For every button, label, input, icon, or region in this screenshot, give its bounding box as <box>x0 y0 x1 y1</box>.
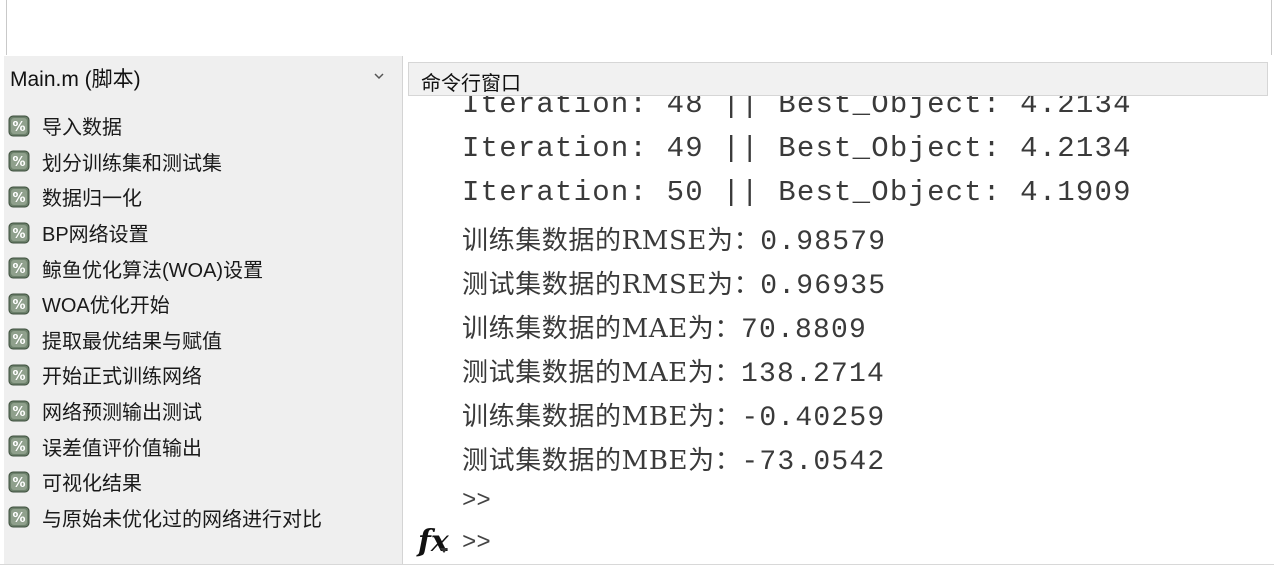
cell-item[interactable]: % 与原始未优化过的网络进行对比 <box>8 500 400 536</box>
cell-label: 可视化结果 <box>42 473 142 496</box>
metric-label: 训练集数据的RMSE为： <box>462 226 761 256</box>
cell-item[interactable]: % 开始正式训练网络 <box>8 357 400 393</box>
percent-cell-icon: % <box>8 471 30 493</box>
chevron-down-icon[interactable] <box>372 69 386 83</box>
svg-text:%: % <box>12 511 25 526</box>
percent-cell-icon: % <box>8 506 30 528</box>
cell-item[interactable]: % 导入数据 <box>8 108 400 144</box>
percent-cell-icon: % <box>8 293 30 315</box>
cell-label: 数据归一化 <box>42 188 142 211</box>
percent-cell-icon: % <box>8 186 30 208</box>
percent-cell-icon: % <box>8 150 30 172</box>
left-border <box>6 0 7 55</box>
cell-item[interactable]: % 网络预测输出测试 <box>8 393 400 429</box>
metric-label: 测试集数据的MAE为： <box>462 358 741 388</box>
fx-function-icon[interactable]: fx <box>418 524 456 562</box>
command-output[interactable]: Iteration: 48 || Best_Object: 4.2134 Ite… <box>404 96 1270 564</box>
matlab-window: Main.m (脚本) % 导入数据 % 划分训练集和测试集 % 数据归一化 %… <box>0 0 1274 578</box>
svg-text:%: % <box>12 227 25 242</box>
cell-item[interactable]: % 误差值评价值输出 <box>8 428 400 464</box>
output-line: Iteration: 50 || Best_Object: 4.1909 <box>462 176 1132 209</box>
svg-text:%: % <box>12 333 25 348</box>
metric-line: 测试集数据的MBE为：-73.0542 <box>462 440 885 478</box>
cell-label: 鲸鱼优化算法(WOA)设置 <box>42 259 264 282</box>
svg-text:%: % <box>12 298 25 313</box>
prompt: >> <box>462 488 491 515</box>
cell-item[interactable]: % WOA优化开始 <box>8 286 400 322</box>
metric-line: 测试集数据的RMSE为：0.96935 <box>462 264 886 302</box>
percent-cell-icon: % <box>8 364 30 386</box>
command-window: 命令行窗口 Iteration: 48 || Best_Object: 4.21… <box>404 56 1270 564</box>
bottom-strip <box>0 564 1274 578</box>
metric-value: 0.98579 <box>760 227 887 258</box>
percent-cell-icon: % <box>8 257 30 279</box>
output-line: Iteration: 49 || Best_Object: 4.2134 <box>462 132 1132 165</box>
metric-label: 训练集数据的MAE为： <box>462 314 741 344</box>
script-selector[interactable]: Main.m (脚本) <box>4 60 402 96</box>
metric-line: 测试集数据的MAE为：138.2714 <box>462 352 885 390</box>
cell-label: 开始正式训练网络 <box>42 366 202 389</box>
metric-label: 测试集数据的RMSE为： <box>462 270 761 300</box>
cell-item[interactable]: % 鲸鱼优化算法(WOA)设置 <box>8 250 400 286</box>
cell-label: 网络预测输出测试 <box>42 402 202 425</box>
right-border <box>1271 0 1272 55</box>
fx-glyph: fx <box>418 524 449 559</box>
svg-text:%: % <box>12 369 25 384</box>
cell-label: BP网络设置 <box>42 224 149 247</box>
svg-text:%: % <box>12 120 25 135</box>
percent-cell-icon: % <box>8 328 30 350</box>
metric-line: 训练集数据的RMSE为：0.98579 <box>462 220 886 258</box>
metric-label: 训练集数据的MBE为： <box>462 402 742 432</box>
percent-cell-icon: % <box>8 435 30 457</box>
svg-text:%: % <box>12 476 25 491</box>
fx-dropdown-arrow-icon <box>440 548 448 553</box>
cell-label: 提取最优结果与赋值 <box>42 330 222 353</box>
svg-text:%: % <box>12 440 25 455</box>
svg-text:%: % <box>12 155 25 170</box>
cell-item[interactable]: % 可视化结果 <box>8 464 400 500</box>
metric-line: 训练集数据的MBE为：-0.40259 <box>462 396 885 434</box>
script-title: Main.m (脚本) <box>10 68 141 91</box>
command-window-title: 命令行窗口 <box>421 73 521 95</box>
cell-item[interactable]: % 数据归一化 <box>8 179 400 215</box>
active-prompt[interactable]: >> <box>462 530 491 557</box>
cell-label: 与原始未优化过的网络进行对比 <box>42 508 322 531</box>
svg-text:%: % <box>12 191 25 206</box>
output-line: Iteration: 48 || Best_Object: 4.2134 <box>462 96 1132 121</box>
cell-label: 误差值评价值输出 <box>42 437 202 460</box>
cell-item[interactable]: % 提取最优结果与赋值 <box>8 322 400 358</box>
metric-value: 70.8809 <box>740 315 868 346</box>
metric-value: -0.40259 <box>741 403 886 434</box>
cell-item[interactable]: % 划分训练集和测试集 <box>8 144 400 180</box>
svg-text:%: % <box>12 262 25 277</box>
percent-cell-icon: % <box>8 400 30 422</box>
cell-label: WOA优化开始 <box>42 295 170 318</box>
metric-line: 训练集数据的MAE为：70.8809 <box>462 308 867 346</box>
metric-label: 测试集数据的MBE为： <box>462 446 742 476</box>
percent-cell-icon: % <box>8 222 30 244</box>
cell-item[interactable]: % BP网络设置 <box>8 215 400 251</box>
command-window-header: 命令行窗口 <box>408 62 1268 96</box>
metric-value: -73.0542 <box>741 447 886 478</box>
script-cell-browser: Main.m (脚本) % 导入数据 % 划分训练集和测试集 % 数据归一化 %… <box>4 56 403 564</box>
metric-value: 0.96935 <box>760 271 887 302</box>
cell-list: % 导入数据 % 划分训练集和测试集 % 数据归一化 % BP网络设置 % 鲸鱼… <box>8 108 400 535</box>
top-blank-area <box>0 0 1274 55</box>
metric-value: 138.2714 <box>740 359 886 390</box>
svg-text:%: % <box>12 405 25 420</box>
cell-label: 划分训练集和测试集 <box>42 152 222 175</box>
percent-cell-icon: % <box>8 115 30 137</box>
cell-label: 导入数据 <box>42 117 122 140</box>
